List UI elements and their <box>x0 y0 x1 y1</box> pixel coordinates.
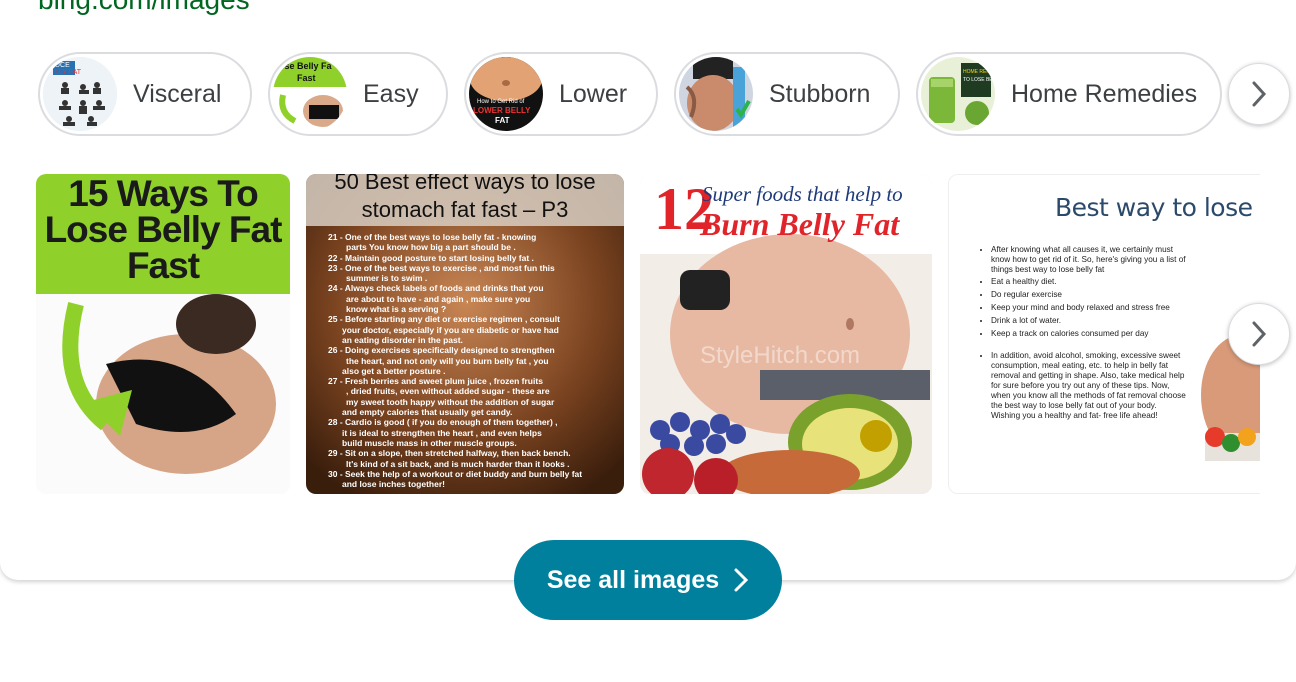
images-next-button[interactable] <box>1228 303 1290 365</box>
svg-text:LLY FAT: LLY FAT <box>55 69 82 76</box>
image-result[interactable]: 15 Ways To Lose Belly Fat Fast <box>36 174 290 494</box>
image-result[interactable]: 12 Super foods that help to Burn Belly F… <box>640 174 932 494</box>
pill-thumb: HOME REME TO LOSE BELLY <box>921 57 995 131</box>
pill-home-remedies[interactable]: HOME REME TO LOSE BELLY Home Remedies <box>916 52 1222 136</box>
chevron-right-icon <box>1252 321 1267 347</box>
image-title: Best way to lose belly <box>1055 193 1260 222</box>
image-watermark: StyleHitch.com <box>700 342 861 369</box>
image-title: Burn Belly Fat <box>700 206 900 242</box>
source-url[interactable]: bing.com/images <box>38 0 250 16</box>
svg-text:LOWER BELLY: LOWER BELLY <box>473 106 531 115</box>
pills-next-button[interactable] <box>1228 63 1290 125</box>
svg-text:UCE: UCE <box>55 62 70 69</box>
image-results: 15 Ways To Lose Belly Fat Fast 50 Best e… <box>0 174 1260 494</box>
pill-label: Home Remedies <box>1011 79 1198 108</box>
pill-visceral[interactable]: UCE LLY FAT Visceral <box>38 52 252 136</box>
image-title: 50 Best effect ways to lose stomach fat … <box>334 174 596 222</box>
see-all-label: See all images <box>546 565 720 594</box>
pill-stubborn[interactable]: Stubborn <box>674 52 900 136</box>
svg-text:FAT: FAT <box>495 116 510 125</box>
pill-thumb <box>679 57 753 131</box>
svg-text:Fast: Fast <box>297 73 316 83</box>
pill-lower[interactable]: How to Get Rid of LOWER BELLY FAT Lower <box>464 52 658 136</box>
image-list: 21 - One of the best ways to lose belly … <box>328 232 583 490</box>
pill-thumb: ose Belly Fa Fast <box>273 57 347 131</box>
pill-easy[interactable]: ose Belly Fa Fast Easy <box>268 52 448 136</box>
pill-label: Visceral <box>133 79 222 108</box>
related-searches: UCE LLY FAT Visceral ose Belly Fa Fast E… <box>0 52 1296 136</box>
chevron-right-icon <box>734 568 749 592</box>
see-all-images-button[interactable]: See all images <box>514 540 782 620</box>
svg-text:TO LOSE BELLY: TO LOSE BELLY <box>963 77 995 83</box>
pill-label: Lower <box>559 79 628 108</box>
image-bullets: After knowing what all causes it, we cer… <box>975 245 1187 421</box>
image-subtitle: Super foods that help to <box>702 182 903 206</box>
image-result[interactable]: 50 Best effect ways to lose stomach fat … <box>306 174 624 494</box>
pill-label: Stubborn <box>769 79 871 108</box>
svg-text:How to Get Rid of: How to Get Rid of <box>477 99 525 105</box>
pill-thumb: UCE LLY FAT <box>43 57 117 131</box>
image-title: 15 Ways To Lose Belly Fat Fast <box>44 174 283 286</box>
svg-text:ose Belly Fa: ose Belly Fa <box>279 61 333 71</box>
chevron-right-icon <box>1252 81 1267 107</box>
pill-label: Easy <box>363 79 419 108</box>
svg-text:HOME REME: HOME REME <box>963 69 995 75</box>
image-result[interactable]: Best way to lose belly After knowing wha… <box>948 174 1260 494</box>
pill-thumb: How to Get Rid of LOWER BELLY FAT <box>469 57 543 131</box>
